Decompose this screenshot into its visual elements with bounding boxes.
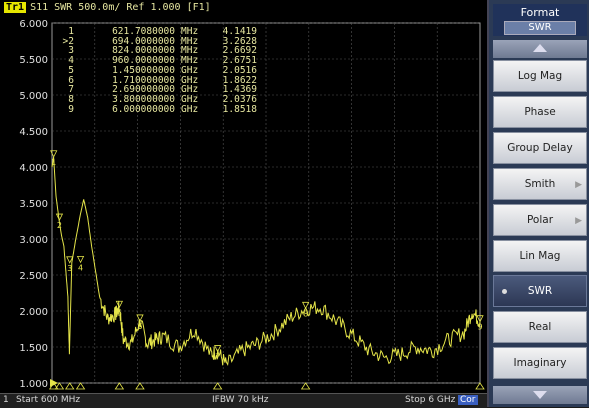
y-tick-label: 6.000: [19, 19, 48, 30]
marker-row: 9 6.000000000 GHz 1.8518: [56, 103, 257, 115]
marker-table: 1 621.7080000 MHz 4.1419 >2 694.0000000 MHz 3.2…: [56, 27, 257, 114]
softkey-smith[interactable]: Smith ▶: [493, 167, 587, 200]
softkey-polar[interactable]: Polar ▶: [493, 203, 587, 236]
marker-unit: GHz: [181, 103, 199, 115]
y-tick-label: 5.000: [19, 91, 48, 102]
up-arrow-icon: [533, 44, 547, 52]
selected-dot-icon: [502, 289, 507, 295]
marker-number: 7: [215, 353, 220, 362]
plot-area[interactable]: 6.000 5.500 5.000 4.500 4.000 3.500 3.000 2.500…: [0, 0, 487, 393]
stop-frequency: Stop 6 GHz: [405, 395, 456, 405]
softkey-phase[interactable]: Phase: [493, 95, 587, 128]
marker-number: 4: [78, 263, 83, 272]
y-tick-label: 4.000: [19, 163, 48, 174]
submenu-arrow-icon: ▶: [575, 215, 582, 226]
marker-number: 6: [137, 322, 142, 331]
scroll-down-button[interactable]: [493, 386, 587, 404]
start-frequency: Start 600 MHz: [16, 395, 81, 405]
trace-label[interactable]: Tr1: [4, 2, 27, 13]
marker-number: 5: [117, 308, 122, 317]
correction-badge: Cor: [458, 395, 478, 405]
softkey-label: Group Delay: [507, 141, 573, 154]
y-tick-label: 2.500: [19, 271, 48, 282]
marker-number: 2: [57, 221, 62, 230]
softkey-label: Log Mag: [517, 70, 563, 82]
marker-number: 8: [303, 309, 308, 318]
menu-title-label: Format: [520, 6, 560, 19]
softkey-real[interactable]: Real: [493, 311, 587, 344]
y-tick-label: 5.500: [19, 55, 48, 66]
softkey-label: Lin Mag: [519, 249, 561, 262]
y-tick-label: 2.000: [19, 307, 48, 318]
marker-axis-indicator: [212, 382, 223, 390]
trace-header: Tr1 S11 SWR 500.0m/ Ref 1.000 [F1]: [4, 2, 211, 16]
softkey-log-mag[interactable]: Log Mag: [493, 60, 587, 92]
menu-current-format: SWR: [504, 21, 576, 35]
ifbw-setting: IFBW 70 kHz: [212, 395, 269, 405]
marker-axis-indicator: [75, 382, 86, 390]
down-arrow-icon: [533, 391, 547, 399]
softkey-label: Smith: [524, 177, 556, 190]
y-tick-label: 1.000: [19, 379, 48, 390]
menu-title: Format SWR: [493, 4, 587, 36]
reference-arrow-icon: [50, 379, 58, 387]
softkey-label: Phase: [524, 105, 556, 118]
softkey-label: SWR: [527, 285, 553, 298]
scroll-up-button[interactable]: [493, 40, 587, 58]
marker-number: 3: [67, 264, 72, 273]
status-bar: 1 Start 600 MHz IFBW 70 kHz Stop 6 GHz C…: [0, 393, 487, 408]
marker-axis-indicator: [300, 382, 311, 390]
marker-axis-indicator: [114, 382, 125, 390]
y-tick-label: 3.500: [19, 199, 48, 210]
marker-axis-indicator: [475, 382, 485, 390]
marker-triangle: [76, 255, 85, 264]
softkey-panel: Format SWR Log Mag Phase Group Delay Smith ▶…: [487, 0, 589, 407]
marker-axis-indicator: [135, 382, 145, 390]
marker-id: 9: [68, 103, 74, 115]
softkey-lin-mag[interactable]: Lin Mag: [493, 239, 587, 272]
marker-number: 9: [477, 323, 482, 332]
marker-value: 1.8518: [222, 103, 257, 115]
y-tick-label: 1.500: [19, 343, 48, 354]
softkey-imaginary[interactable]: Imaginary: [493, 347, 587, 380]
softkey-group-delay[interactable]: Group Delay: [493, 131, 587, 164]
softkey-label: Real: [528, 321, 552, 334]
marker-axis-indicator: [65, 382, 75, 390]
analyzer-screen: 6.000 5.500 5.000 4.500 4.000 3.500 3.000 2.500…: [0, 0, 589, 408]
softkey-label: Polar: [526, 213, 554, 226]
trace-header-text: S11 SWR 500.0m/ Ref 1.000 [F1]: [30, 2, 211, 13]
y-tick-label: 3.000: [19, 235, 48, 246]
softkey-label: Imaginary: [513, 357, 567, 370]
marker-number: 1: [51, 158, 56, 167]
marker-frequency: 6.000000000: [112, 103, 175, 115]
y-tick-label: 4.500: [19, 127, 48, 138]
softkey-swr[interactable]: SWR: [493, 275, 587, 308]
submenu-arrow-icon: ▶: [575, 179, 582, 190]
channel-number: 1: [3, 395, 9, 405]
